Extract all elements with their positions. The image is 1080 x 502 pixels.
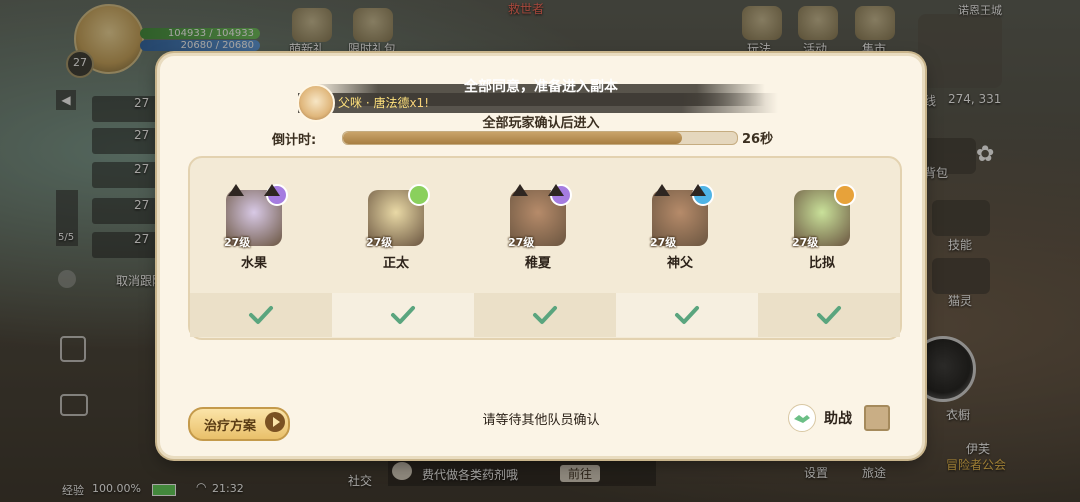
confirm-cell [474, 293, 616, 337]
assist-checkbox[interactable] [864, 405, 890, 431]
member-name: 稚夏 [524, 256, 551, 271]
countdown-label: 倒计时: [272, 133, 317, 148]
member-level: 27级 [224, 236, 251, 249]
element-icon [266, 184, 288, 206]
member-name: 神父 [666, 256, 693, 271]
member-level: 27级 [366, 236, 393, 249]
team-member: 27级 比拟 [780, 184, 864, 271]
member-portrait: 27级 [508, 184, 572, 249]
member-level: 27级 [508, 236, 535, 249]
element-icon [550, 184, 572, 206]
check-icon [533, 306, 557, 324]
assist-label: 助战 [824, 411, 852, 427]
check-icon [675, 306, 699, 324]
confirm-cell [616, 293, 758, 337]
member-portrait: 27级 [792, 184, 856, 249]
confirm-cell [758, 293, 900, 337]
member-level: 27级 [792, 236, 819, 249]
member-level: 27级 [650, 236, 677, 249]
countdown-value: 26秒 [742, 132, 774, 147]
team-member: 27级 稚夏 [496, 184, 580, 271]
member-name: 正太 [382, 256, 409, 271]
element-icon [408, 184, 430, 206]
member-portrait: 27级 [650, 184, 714, 249]
team-member: 27级 神父 [638, 184, 722, 271]
element-icon [692, 184, 714, 206]
member-portrait: 27级 [224, 184, 288, 249]
check-icon [817, 306, 841, 324]
chat-count: x1! [409, 96, 429, 110]
team-member: 27级 水果 [212, 184, 296, 271]
confirm-cell [332, 293, 474, 337]
team-member: 27级 正太 [354, 184, 438, 271]
member-portrait: 27级 [366, 184, 430, 249]
ready-check-dialog: 全部同意，准备进入副本 父咪 · 唐法德x1! 全部玩家确认后进入 倒计时: 2… [160, 56, 922, 456]
confirm-status-row [190, 293, 900, 337]
check-icon [249, 306, 273, 324]
handshake-icon [788, 404, 816, 432]
member-name: 水果 [240, 256, 267, 271]
countdown-progress-bar [342, 131, 738, 145]
element-icon [834, 184, 856, 206]
chat-sender: 父咪 · 唐法德 [338, 96, 410, 110]
confirm-cell [190, 293, 332, 337]
team-members-panel: 27级 水果 27级 正太 27级 稚夏 27级 神父 27级 比拟 [188, 156, 902, 340]
member-name: 比拟 [808, 256, 835, 271]
chat-message: 父咪 · 唐法德x1! [338, 94, 429, 111]
countdown-progress-fill [343, 132, 682, 144]
check-icon [391, 306, 415, 324]
